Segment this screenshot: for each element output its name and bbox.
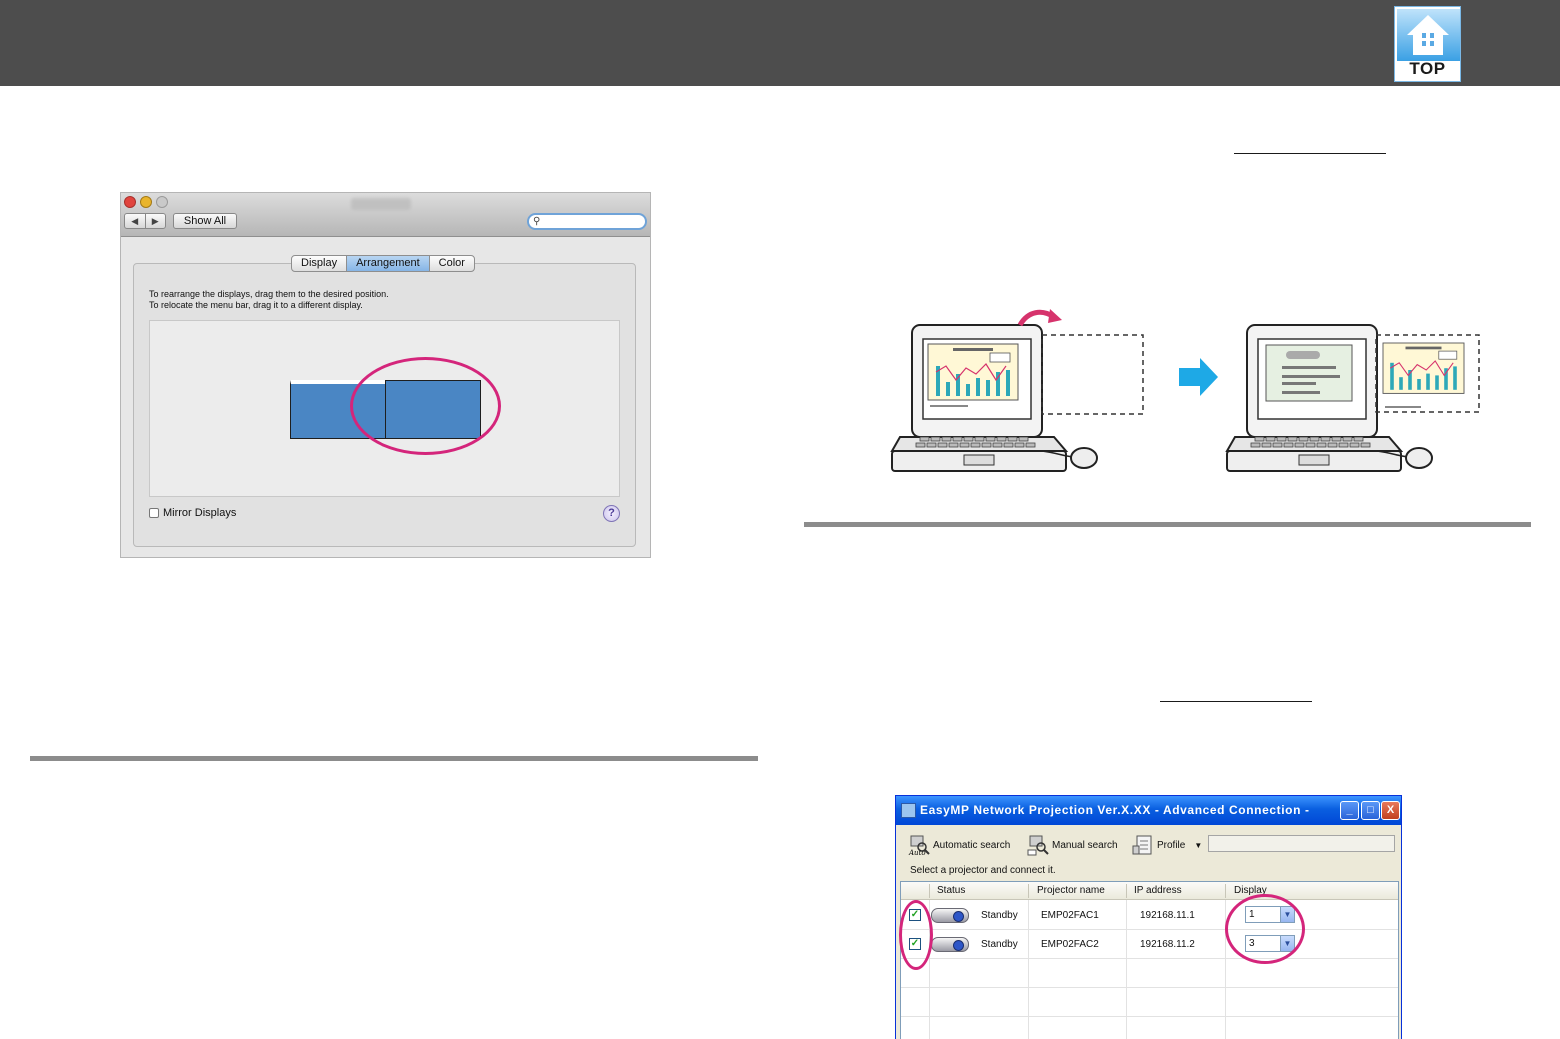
projector-icon [931,937,969,952]
section-rule [30,756,758,761]
projector-name-cell: EMP02FAC2 [1041,939,1099,950]
minimize-button[interactable]: _ [1340,801,1359,820]
svg-text:Auto: Auto [908,849,926,856]
search-input[interactable]: ⚲ [527,213,647,230]
column-status[interactable]: Status [937,885,965,896]
forward-arrow-icon[interactable]: ▶ [146,214,166,228]
grid-line [901,1016,1398,1017]
table-row[interactable]: ✓ Standby EMP02FAC1 192168.11.1 1 ▼ [901,901,1398,930]
manual-search-icon [1027,834,1049,856]
highlight-circle-display-select [1225,894,1305,964]
profile-label: Profile [1157,839,1186,851]
ip-address-cell: 192168.11.2 [1140,939,1195,950]
column-projector-name[interactable]: Projector name [1037,885,1105,896]
list-header: Status Projector name IP address Display [901,882,1398,900]
home-icon [1397,9,1460,61]
tab-arrangement[interactable]: Arrangement [347,256,430,271]
app-icon [901,803,916,818]
profile-button[interactable]: Profile ▼ [1132,834,1202,856]
profile-icon [1132,834,1154,856]
automatic-search-button[interactable]: Auto Automatic search [908,834,1011,857]
column-separator [1225,884,1226,898]
projector-name-cell: EMP02FAC1 [1041,910,1099,921]
select-projector-instruction: Select a projector and connect it. [910,865,1056,876]
back-arrow-icon[interactable]: ◀ [125,214,146,228]
close-button[interactable]: X [1381,801,1400,820]
minimize-window-icon[interactable] [140,196,152,208]
automatic-search-label: Automatic search [933,839,1011,851]
mirror-displays-option[interactable]: Mirror Displays [149,507,236,519]
column-separator [1028,884,1029,898]
back-forward-buttons[interactable]: ◀ ▶ [124,213,166,229]
arrangement-instructions: To rearrange the displays, drag them to … [149,289,389,311]
easymp-advanced-connection-window: EasyMP Network Projection Ver.X.XX - Adv… [895,795,1402,1039]
instruction-line: To rearrange the displays, drag them to … [149,289,389,299]
close-window-icon[interactable] [124,196,136,208]
show-all-button[interactable]: Show All [173,213,237,229]
tab-bar: Display Arrangement Color [291,255,475,272]
link-underline [1160,701,1312,702]
mac-titlebar: ◀ ▶ Show All ⚲ [121,193,650,237]
instruction-line: To relocate the menu bar, drag it to a d… [149,300,363,310]
top-logo-text: TOP [1409,59,1446,78]
mirror-displays-label: Mirror Displays [163,507,237,519]
top-link[interactable]: TOP [1394,6,1461,82]
tab-color[interactable]: Color [430,256,474,271]
dropdown-arrow-icon[interactable]: ▼ [1194,841,1202,850]
toolbar: Auto Automatic search Manual search Prof… [896,829,1401,859]
ip-address-cell: 192168.11.1 [1140,910,1195,921]
status-cell: Standby [981,939,1018,950]
link-underline [1234,153,1386,154]
highlight-circle-checkboxes [899,900,933,970]
header-band [0,0,1560,86]
window-title: EasyMP Network Projection Ver.X.XX - Adv… [920,803,1310,817]
help-button[interactable]: ? [603,505,620,522]
profile-path-field[interactable] [1208,835,1395,852]
search-icon: ⚲ [533,216,541,227]
maximize-button[interactable]: □ [1361,801,1380,820]
mirror-displays-checkbox[interactable] [149,508,159,518]
manual-search-label: Manual search [1052,839,1118,851]
highlight-circle-secondary-display [350,357,501,455]
window-title-blurred [351,198,411,210]
manual-search-button[interactable]: Manual search [1027,834,1118,856]
manual-page: TOP ◀ ▶ Show All ⚲ Display Arrangement C… [0,0,1560,1039]
zoom-window-icon[interactable] [156,196,168,208]
column-separator [929,884,930,898]
window-titlebar: EasyMP Network Projection Ver.X.XX - Adv… [896,796,1401,825]
column-separator [1126,884,1127,898]
table-row[interactable]: ✓ Standby EMP02FAC2 192168.11.2 3 ▼ [901,930,1398,959]
section-rule [804,522,1531,527]
column-ip-address[interactable]: IP address [1134,885,1182,896]
status-cell: Standby [981,910,1018,921]
projector-list: Status Projector name IP address Display… [900,881,1399,1039]
auto-search-icon: Auto [908,834,930,857]
tab-display[interactable]: Display [292,256,348,271]
projector-icon [931,908,969,923]
grid-line [901,987,1398,988]
extended-display-illustration [891,309,1480,472]
